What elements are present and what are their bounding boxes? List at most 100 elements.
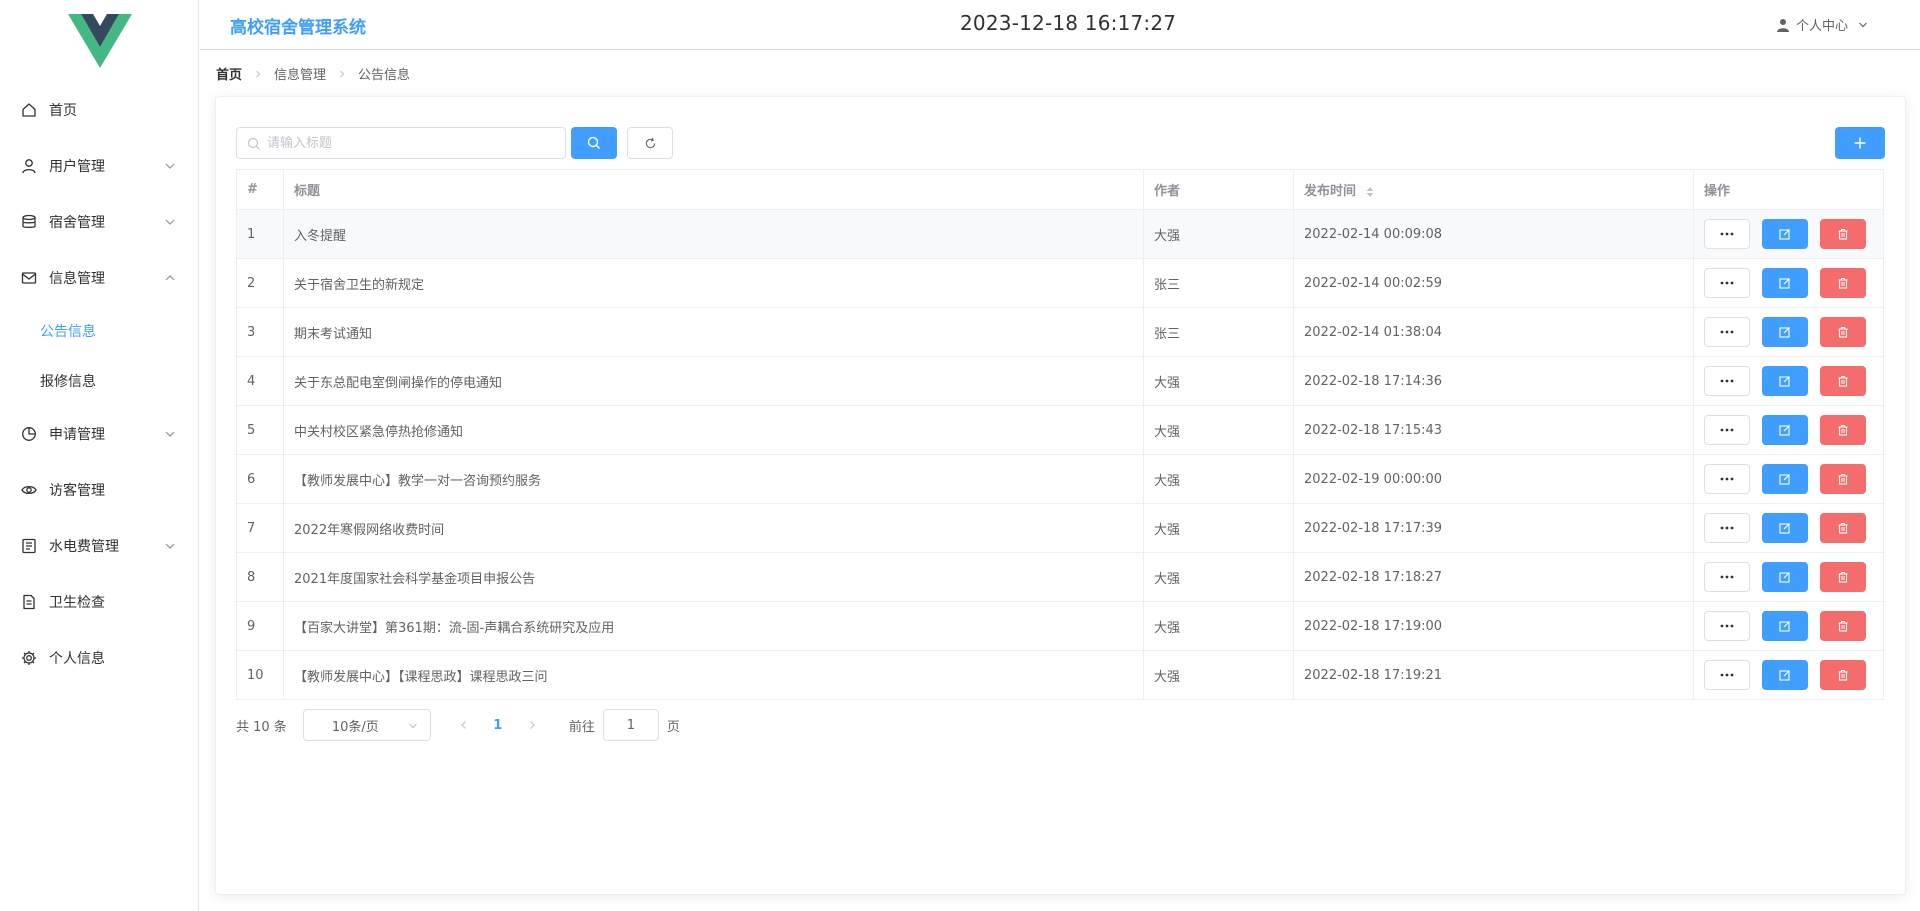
search-icon xyxy=(247,137,260,150)
more-icon xyxy=(1720,379,1734,383)
cell-title: 入冬提醒 xyxy=(283,209,1144,259)
edit-icon xyxy=(1779,474,1790,485)
cell-index: 5 xyxy=(236,405,284,455)
view-more-button[interactable] xyxy=(1704,660,1750,690)
delete-button[interactable] xyxy=(1820,219,1866,249)
sidebar-item-utility-management[interactable]: 水电费管理 xyxy=(0,518,198,574)
cell-actions xyxy=(1693,405,1884,455)
edit-icon xyxy=(1779,278,1790,289)
edit-button[interactable] xyxy=(1762,562,1808,592)
sidebar-item-label: 首页 xyxy=(49,103,77,119)
sort-caret-icon[interactable] xyxy=(1365,186,1375,198)
row-actions xyxy=(1704,611,1883,641)
sidebar-item-user-management[interactable]: 用户管理 xyxy=(0,138,198,194)
edit-icon xyxy=(1779,425,1790,436)
view-more-button[interactable] xyxy=(1704,268,1750,298)
table-row: 5 中关村校区紧急停热抢修通知 大强 2022-02-18 17:15:43 xyxy=(236,405,1884,455)
sidebar-item-dorm-management[interactable]: 宿舍管理 xyxy=(0,194,198,250)
edit-button[interactable] xyxy=(1762,415,1808,445)
more-icon xyxy=(1720,673,1734,677)
cell-actions xyxy=(1693,552,1884,602)
sidebar-item-application-management[interactable]: 申请管理 xyxy=(0,406,198,462)
sidebar-item-personal-info[interactable]: 个人信息 xyxy=(0,630,198,686)
delete-button[interactable] xyxy=(1820,366,1866,396)
message-icon xyxy=(20,269,38,287)
column-header-time[interactable]: 发布时间 xyxy=(1293,169,1694,210)
sidebar-item-hygiene-inspection[interactable]: 卫生检查 xyxy=(0,574,198,630)
sidebar-item-visitor-management[interactable]: 访客管理 xyxy=(0,462,198,518)
edit-button[interactable] xyxy=(1762,268,1808,298)
edit-button[interactable] xyxy=(1762,219,1808,249)
cell-author: 大强 xyxy=(1143,209,1294,259)
chevron-right-icon xyxy=(256,70,261,77)
sidebar-subitem-announcements[interactable]: 公告信息 xyxy=(0,306,198,356)
sidebar-item-info-management[interactable]: 信息管理 xyxy=(0,250,198,306)
table-row: 6 【教师发展中心】教学一对一咨询预约服务 大强 2022-02-19 00:00:0… xyxy=(236,454,1884,504)
more-icon xyxy=(1720,575,1734,579)
sidebar-subitem-repairs[interactable]: 报修信息 xyxy=(0,356,198,406)
cell-index: 3 xyxy=(236,307,284,357)
pagination-prev-button[interactable] xyxy=(449,709,479,741)
top-header: 高校宿舍管理系统 2023-12-18 16:17:27 个人中心 xyxy=(200,0,1920,50)
more-icon xyxy=(1720,428,1734,432)
table-row: 7 2022年寒假网络收费时间 大强 2022-02-18 17:17:39 xyxy=(236,503,1884,553)
table-row: 10 【教师发展中心】【课程思政】课程思政三问 大强 2022-02-18 17:19… xyxy=(236,650,1884,700)
reset-button[interactable] xyxy=(627,127,673,159)
cell-title: 中关村校区紧急停热抢修通知 xyxy=(283,405,1144,455)
view-more-button[interactable] xyxy=(1704,317,1750,347)
sidebar-item-home[interactable]: 首页 xyxy=(0,82,198,138)
cell-author: 张三 xyxy=(1143,258,1294,308)
gear-icon xyxy=(20,649,38,667)
delete-button[interactable] xyxy=(1820,317,1866,347)
view-more-button[interactable] xyxy=(1704,611,1750,641)
sidebar-item-label: 信息管理 xyxy=(49,271,105,287)
delete-button[interactable] xyxy=(1820,464,1866,494)
delete-button[interactable] xyxy=(1820,562,1866,592)
view-more-button[interactable] xyxy=(1704,415,1750,445)
search-button[interactable] xyxy=(571,127,617,159)
add-button[interactable] xyxy=(1835,127,1885,159)
delete-button[interactable] xyxy=(1820,611,1866,641)
edit-button[interactable] xyxy=(1762,611,1808,641)
view-more-button[interactable] xyxy=(1704,513,1750,543)
search-input[interactable] xyxy=(267,128,557,158)
user-icon xyxy=(20,157,38,175)
view-more-button[interactable] xyxy=(1704,219,1750,249)
edit-button[interactable] xyxy=(1762,366,1808,396)
row-actions xyxy=(1704,219,1883,249)
pagination-page-1[interactable]: 1 xyxy=(483,709,513,741)
table-row: 4 关于东总配电室倒闸操作的停电通知 大强 2022-02-18 17:14:36 xyxy=(236,356,1884,406)
pagination-goto-input[interactable] xyxy=(602,709,659,741)
delete-button[interactable] xyxy=(1820,660,1866,690)
view-more-button[interactable] xyxy=(1704,562,1750,592)
column-header-index: # xyxy=(236,169,284,210)
pagination-next-button[interactable] xyxy=(517,709,547,741)
view-more-button[interactable] xyxy=(1704,464,1750,494)
document-icon xyxy=(20,593,38,611)
breadcrumb-info-management: 信息管理 xyxy=(274,68,327,83)
breadcrumb-home[interactable]: 首页 xyxy=(216,64,242,83)
trash-icon xyxy=(1838,228,1848,240)
edit-icon xyxy=(1779,670,1790,681)
user-icon xyxy=(1776,18,1789,32)
home-icon xyxy=(20,101,38,119)
delete-button[interactable] xyxy=(1820,513,1866,543)
edit-button[interactable] xyxy=(1762,513,1808,543)
view-more-button[interactable] xyxy=(1704,366,1750,396)
user-menu-dropdown[interactable]: 个人中心 xyxy=(1776,15,1868,34)
delete-button[interactable] xyxy=(1820,415,1866,445)
cell-actions xyxy=(1693,209,1884,259)
trash-icon xyxy=(1838,326,1848,338)
page-size-select[interactable]: 10条/页 xyxy=(302,709,431,741)
more-icon xyxy=(1720,624,1734,628)
cell-time: 2022-02-18 17:18:27 xyxy=(1293,552,1694,602)
cell-index: 10 xyxy=(236,650,284,700)
search-toolbar xyxy=(236,127,673,159)
row-actions xyxy=(1704,268,1883,298)
edit-button[interactable] xyxy=(1762,317,1808,347)
column-header-time-label: 发布时间 xyxy=(1304,184,1357,199)
edit-button[interactable] xyxy=(1762,660,1808,690)
edit-button[interactable] xyxy=(1762,464,1808,494)
delete-button[interactable] xyxy=(1820,268,1866,298)
vue-logo-icon xyxy=(68,14,132,68)
